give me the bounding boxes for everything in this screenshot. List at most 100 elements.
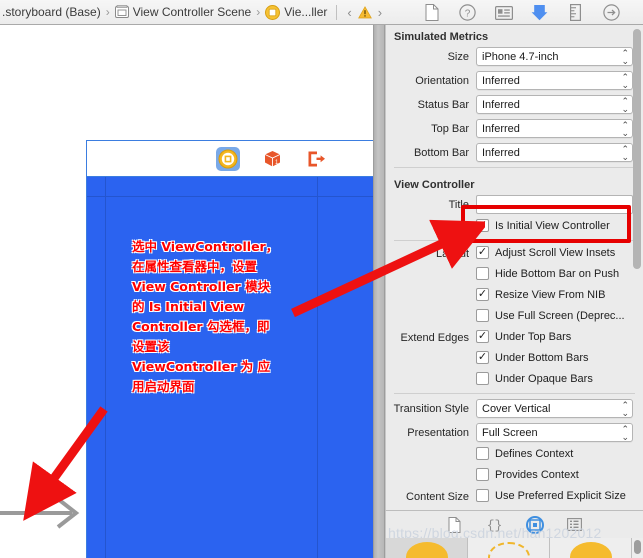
label-bottom-bar: Bottom Bar — [413, 146, 469, 159]
view-controller-scene[interactable]: 1 选中 ViewController， 在属性查看器中，设置 View Con… — [86, 140, 373, 558]
row-content-size: Content Size Use Preferred Explicit Size — [386, 489, 643, 505]
view-controller-icon — [265, 4, 281, 20]
attributes-inspector-tab[interactable] — [531, 4, 549, 22]
label-spacer: x — [386, 353, 476, 365]
file-template-library-tab[interactable] — [446, 516, 464, 534]
bottom-bar-popup-button[interactable]: Inferred ⌃ ⌄ — [476, 143, 633, 162]
code-snippet-library-tab[interactable]: {} — [486, 516, 504, 534]
section-title-view-controller: View Controller — [394, 179, 475, 191]
provides-context-checkbox[interactable] — [476, 468, 489, 481]
label-title: Title — [448, 198, 469, 211]
label-extend-edges: Extend Edges — [400, 332, 470, 344]
label-transition-style: Transition Style — [393, 402, 469, 415]
identity-inspector-tab[interactable] — [494, 4, 513, 22]
library-item[interactable] — [468, 538, 550, 558]
library-item-thumb-icon — [569, 542, 612, 558]
file-inspector-tab[interactable] — [423, 4, 441, 22]
under-opaque-bars-checkbox[interactable] — [476, 372, 489, 385]
breadcrumb-item-scene[interactable]: View Controller Scene — [133, 5, 252, 19]
next-issue-button[interactable]: › — [375, 5, 385, 20]
library-scrollbar[interactable] — [632, 538, 643, 558]
warning-triangle-icon[interactable] — [357, 5, 372, 19]
exit-icon[interactable] — [304, 147, 328, 171]
use-full-screen-checkbox-row[interactable]: Use Full Screen (Deprec... — [476, 309, 625, 322]
presentation-popup-value: Full Screen — [482, 426, 538, 439]
use-preferred-explicit-size-label: Use Preferred Explicit Size — [495, 489, 626, 502]
is-initial-view-controller-checkbox-row[interactable]: ✓ Is Initial View Controller — [476, 219, 610, 232]
hide-bottom-bar-on-push-checkbox-row[interactable]: Hide Bottom Bar on Push — [476, 267, 619, 280]
status-bar-popup-value: Inferred — [482, 98, 520, 111]
status-bar-popup-button[interactable]: Inferred ⌃ ⌄ — [476, 95, 633, 114]
use-preferred-explicit-size-checkbox[interactable] — [476, 489, 489, 502]
row-orientation: Orientation Inferred ⌃ ⌄ — [386, 71, 643, 90]
label-spacer: x — [386, 449, 476, 461]
use-preferred-explicit-size-checkbox-row[interactable]: Use Preferred Explicit Size — [476, 489, 626, 502]
defines-context-checkbox[interactable] — [476, 447, 489, 460]
size-inspector-tab[interactable] — [567, 4, 585, 22]
label-spacer: x — [386, 470, 476, 482]
under-opaque-bars-checkbox-row[interactable]: Under Opaque Bars — [476, 372, 593, 385]
annotation-line-8: 用启动界面 — [132, 379, 195, 394]
size-popup-button[interactable]: iPhone 4.7-inch ⌃ ⌄ — [476, 47, 633, 66]
library-item[interactable] — [386, 538, 468, 558]
object-library-tab[interactable] — [525, 515, 544, 534]
chevron-updown-icon: ⌃ ⌄ — [621, 71, 629, 90]
red-annotation-arrow-to-checkbox — [285, 215, 490, 325]
scene-dock: 1 — [87, 141, 373, 177]
chevron-updown-icon: ⌃ ⌄ — [621, 423, 629, 442]
title-text-field[interactable] — [476, 195, 633, 214]
orientation-popup-button[interactable]: Inferred ⌃ ⌄ — [476, 71, 633, 90]
inspector-scrollbar[interactable] — [633, 29, 641, 269]
label-presentation: Presentation — [407, 426, 469, 439]
under-bottom-bars-checkbox-row[interactable]: ✓ Under Bottom Bars — [476, 351, 589, 364]
provides-context-checkbox-row[interactable]: Provides Context — [476, 468, 579, 481]
svg-text:{}: {} — [487, 518, 502, 532]
hide-bottom-bar-on-push-label: Hide Bottom Bar on Push — [495, 267, 620, 280]
scene-icon — [114, 5, 129, 19]
previous-issue-button[interactable]: ‹ — [344, 5, 354, 20]
breadcrumb-item-view-controller[interactable]: Vie...ller — [284, 5, 327, 19]
label-orientation: Orientation — [415, 74, 469, 87]
jump-bar-divider — [336, 4, 338, 20]
under-bottom-bars-label: Under Bottom Bars — [495, 351, 589, 364]
provides-context-label: Provides Context — [495, 468, 579, 481]
row-title: Title — [386, 195, 643, 214]
view-controller-scene-icon[interactable] — [216, 146, 240, 171]
quick-help-inspector-tab[interactable]: ? — [459, 4, 477, 22]
object-library-list[interactable] — [385, 538, 643, 558]
transition-style-popup-button[interactable]: Cover Vertical ⌃ ⌄ — [476, 399, 633, 418]
resize-view-from-nib-checkbox-row[interactable]: ✓ Resize View From NIB — [476, 288, 605, 301]
top-bar-popup-button[interactable]: Inferred ⌃ ⌄ — [476, 119, 633, 138]
annotation-line-6: 设置该 — [132, 339, 170, 354]
label-size: Size — [447, 50, 469, 63]
under-top-bars-checkbox[interactable]: ✓ — [476, 330, 489, 343]
library-item[interactable] — [550, 538, 632, 558]
under-top-bars-checkbox-row[interactable]: ✓ Under Top Bars — [476, 330, 571, 343]
chevron-updown-icon: ⌃ ⌄ — [621, 119, 629, 138]
row-status-bar: Status Bar Inferred ⌃ ⌄ — [386, 95, 643, 114]
row-bottom-bar: Bottom Bar Inferred ⌃ ⌄ — [386, 143, 643, 162]
first-responder-icon[interactable]: 1 — [260, 147, 284, 171]
chevron-updown-icon: ⌃ ⌄ — [621, 399, 629, 418]
defines-context-checkbox-row[interactable]: Defines Context — [476, 447, 573, 460]
connections-inspector-tab[interactable] — [603, 4, 621, 22]
annotation-line-7: ViewController 为 应 — [132, 359, 271, 374]
label-spacer: x — [386, 374, 476, 386]
breadcrumb-item-storyboard[interactable]: .storyboard (Base) — [2, 5, 101, 19]
breadcrumb-separator-2: › — [256, 5, 261, 19]
layout-guide-line — [87, 196, 373, 197]
breadcrumb-separator: › — [105, 5, 110, 19]
label-content-size: Content Size — [406, 491, 469, 503]
presentation-popup-button[interactable]: Full Screen ⌃ ⌄ — [476, 423, 633, 442]
inspector-tab-bar: ? — [400, 0, 643, 25]
top-bar-popup-value: Inferred — [482, 122, 520, 135]
use-full-screen-label: Use Full Screen (Deprec... — [495, 309, 625, 322]
row-top-bar: Top Bar Inferred ⌃ ⌄ — [386, 119, 643, 138]
under-bottom-bars-checkbox[interactable]: ✓ — [476, 351, 489, 364]
breadcrumb: .storyboard (Base) › View Controller Sce… — [0, 4, 385, 20]
jump-bar: .storyboard (Base) › View Controller Sce… — [0, 0, 643, 25]
svg-text:?: ? — [465, 8, 471, 19]
adjust-scroll-view-insets-checkbox-row[interactable]: ✓ Adjust Scroll View Insets — [476, 246, 615, 259]
library-tab-bar: {} — [385, 510, 643, 538]
media-library-tab[interactable] — [566, 516, 584, 534]
